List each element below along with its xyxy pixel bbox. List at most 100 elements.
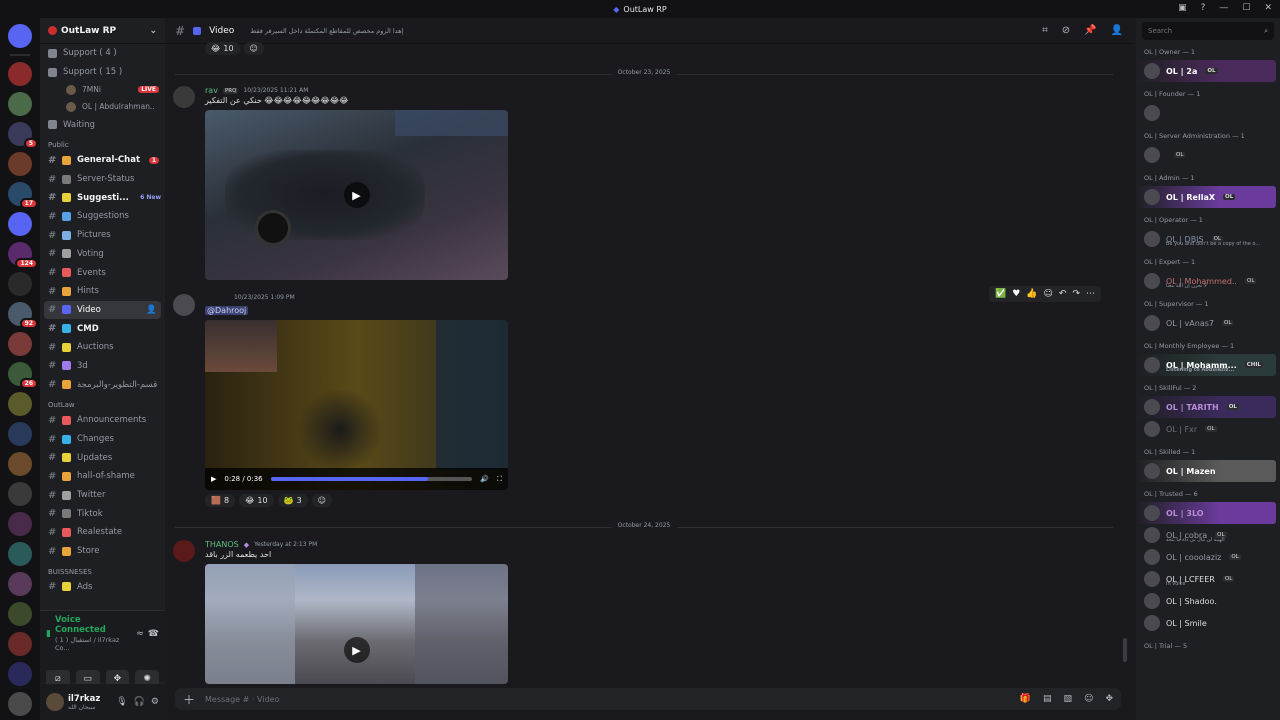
channel-item[interactable]: # Announcements [40,411,165,430]
heart-reaction-icon[interactable]: ♥ [1012,289,1020,299]
voice-status[interactable]: Voice Connected [55,615,132,635]
search-box[interactable]: ⌕ [1142,22,1274,40]
avatar[interactable] [173,294,195,316]
fullscreen-icon[interactable]: ⛶ [497,475,502,484]
forward-icon[interactable]: ↷ [1072,289,1080,299]
threads-icon[interactable]: ⌗ [1042,25,1048,36]
inbox-icon[interactable]: ▣ [1178,3,1187,13]
avatar[interactable] [173,86,195,108]
channel-support[interactable]: Support ( 15 ) [40,63,165,82]
play-icon[interactable]: ▶ [343,637,370,664]
channel-item[interactable]: # Ads [40,578,165,597]
channel-item[interactable]: # General-Chat 1 [40,151,165,170]
close-button[interactable]: ✕ [1264,3,1272,13]
server-icon[interactable] [8,662,32,686]
channel-item[interactable]: # hall-of-shame [40,467,165,486]
channel-item[interactable]: # Suggestions [40,207,165,226]
reaction[interactable]: 😂 10 [239,494,274,507]
sticker-icon[interactable]: ▧ [1064,694,1073,704]
member-item[interactable]: OL | cobra OL الهيبة لن تنال بي داه ما بتح… [1136,524,1276,546]
add-member-icon[interactable]: 👤 [146,305,157,315]
server-icon[interactable] [8,272,32,296]
noise-suppression-icon[interactable]: ≈ [136,629,144,639]
help-icon[interactable]: ? [1201,3,1206,13]
category-business[interactable]: BUISSNESES [40,561,165,578]
channel-item[interactable]: # Store [40,542,165,561]
channel-item[interactable]: # Realestate [40,523,165,542]
scrollbar[interactable] [1123,638,1127,662]
server-icon[interactable] [8,152,32,176]
member-item[interactable] [1136,102,1276,124]
server-icon[interactable] [8,482,32,506]
server-icon[interactable]: 92 [8,302,38,329]
channel-item[interactable]: # Voting [40,245,165,264]
member-list-icon[interactable]: 👤 [1111,25,1123,36]
gif-icon[interactable]: ▤ [1043,694,1052,704]
emoji-icon[interactable]: ☺ [1084,694,1093,704]
volume-icon[interactable]: 🔊 [480,475,489,483]
reply-icon[interactable]: ↶ [1059,289,1067,299]
member-item[interactable]: OL | Mazen [1136,460,1276,482]
play-icon[interactable]: ▶ [211,475,216,483]
server-icon[interactable] [8,452,32,476]
server-header[interactable]: OutLaw RP ⌄ [40,18,165,44]
member-item[interactable]: OL | 2a OL [1136,60,1276,82]
video-player[interactable]: ▶ 0:28 / 0:36 🔊 ⛶ [205,320,508,490]
member-item[interactable]: OL | TARITH OL [1136,396,1276,418]
apps-icon[interactable]: ✥ [1105,694,1113,704]
server-icon[interactable] [8,92,32,116]
gift-icon[interactable]: 🎁 [1020,694,1031,704]
member-item[interactable]: OL | DBIS OL Be you and don't be a copy of… [1136,228,1276,250]
channel-topic[interactable]: إهدا الروم مخصص للمقاطع المكتملة داخل ال… [250,27,403,35]
server-icon[interactable] [8,512,32,536]
minimize-button[interactable]: — [1219,3,1228,13]
channel-item[interactable]: # Events [40,263,165,282]
channel-item[interactable]: # Server-Status [40,170,165,189]
channel-item[interactable]: # Twitter [40,486,165,505]
message-composer[interactable]: ＋ Message # · Video 🎁 ▤ ▧ ☺ ✥ [175,688,1121,710]
play-icon[interactable]: ▶ [343,182,370,208]
voice-user[interactable]: 7MNi LIVE [40,81,165,98]
channel-item[interactable]: # CMD [40,319,165,338]
maximize-button[interactable]: ☐ [1242,3,1250,13]
plus-icon[interactable]: ＋ [183,691,195,708]
member-item[interactable]: OL | Shadoo. [1136,590,1276,612]
reaction[interactable]: 🐸 3 [277,494,308,507]
channel-item[interactable]: # Changes [40,430,165,449]
server-icon[interactable]: 17 [8,182,38,209]
notification-icon[interactable]: ⊘ [1062,25,1070,36]
video-embed[interactable]: ▶ [205,564,508,684]
server-icon[interactable]: 26 [8,362,38,389]
add-reaction-icon[interactable]: ☺ [1044,289,1053,299]
voice-user[interactable]: OL | Abdulrahman.. [40,98,165,115]
server-icon[interactable] [8,572,32,596]
pin-icon[interactable]: 📌 [1084,25,1096,36]
home-icon[interactable] [8,24,32,48]
channel-item[interactable]: # Pictures [40,226,165,245]
channel-item[interactable]: # Hints [40,282,165,301]
disconnect-icon[interactable]: ☎ [148,629,159,639]
video-progress[interactable] [270,477,473,481]
member-item[interactable]: OL [1136,144,1276,166]
microphone-icon[interactable]: 🎙 [116,697,127,707]
member-item[interactable]: OL | Mohammed.. OL لا تحزن إن الله معنا [1136,270,1276,292]
server-icon[interactable] [8,392,32,416]
avatar[interactable] [173,540,195,562]
reaction[interactable]: 😂 10 [205,42,240,55]
channel-support[interactable]: Support ( 4 ) [40,44,165,63]
category-public[interactable]: Public [40,134,165,151]
server-icon[interactable] [8,632,32,656]
channel-item[interactable]: # قسم-التطوير-والبرمجة [40,375,165,394]
member-item[interactable]: OL | cooolaziz OL [1136,546,1276,568]
checkmark-reaction-icon[interactable]: ✅ [995,289,1006,299]
member-item[interactable]: OL | vAnas7 OL [1136,312,1276,334]
more-icon[interactable]: ⋯ [1086,289,1095,299]
server-icon[interactable]: 124 [8,242,38,269]
add-reaction-button[interactable]: ☺ [243,42,264,55]
server-icon[interactable] [8,602,32,626]
category-outlaw[interactable]: OutLaw [40,394,165,411]
voice-channel[interactable]: استقبال ( 1 ) / il7rkaz Co... [55,636,132,652]
search-input[interactable] [1148,27,1265,35]
video-embed[interactable]: ▶ [205,110,508,280]
message-input[interactable]: Message # · Video [205,695,279,704]
